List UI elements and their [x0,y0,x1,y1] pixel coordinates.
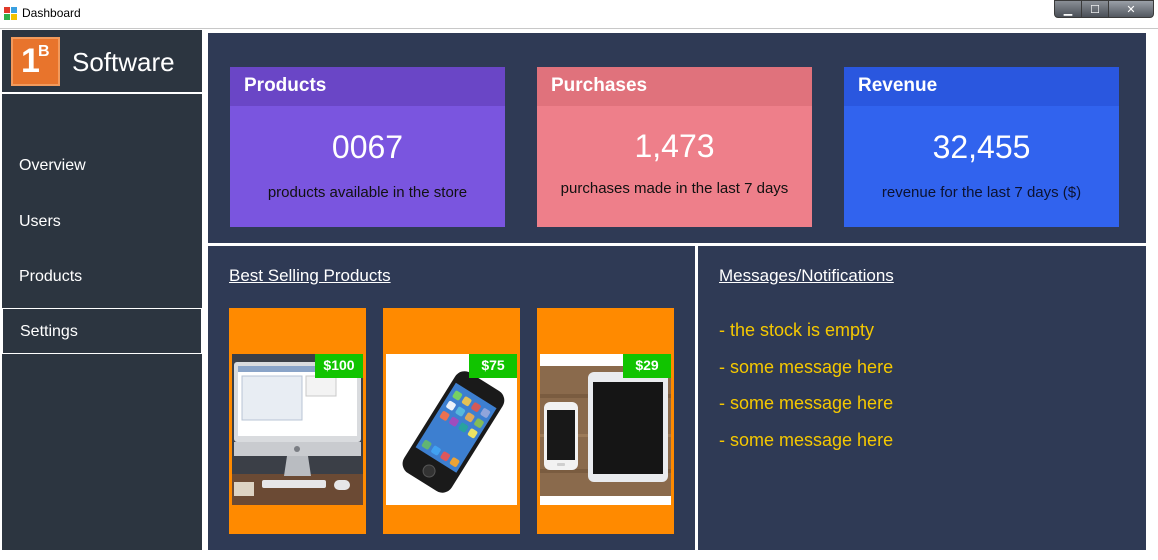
maximize-button[interactable]: ☐ [1081,0,1109,18]
price-tag: $75 [469,354,517,378]
revenue-stat-card: Revenue 32,455 revenue for the last 7 da… [844,67,1119,227]
products-card-title: Products [230,67,505,106]
sidebar: 1 B Software Overview Users Products Set… [2,30,202,550]
logo-name: Software [72,47,175,77]
product-tile[interactable]: $75 [383,308,520,534]
close-button[interactable]: ✕ [1108,0,1154,18]
sidebar-item-products[interactable]: Products [2,254,202,300]
title-bar[interactable]: Dashboard ▁ ☐ ✕ [0,0,1158,29]
product-tile[interactable]: $100 [229,308,366,534]
purchases-card-description: purchases made in the last 7 days [560,180,789,197]
products-card-description: products available in the store [267,184,468,201]
minimize-button[interactable]: ▁ [1054,0,1082,18]
price-tag: $100 [315,354,363,378]
sidebar-item-overview[interactable]: Overview [2,143,202,189]
price-tag: $29 [623,354,671,378]
window-title: Dashboard [22,6,81,20]
purchases-count: 1,473 [634,128,715,164]
revenue-amount: 32,455 [932,129,1031,165]
logo-mark-small: B [38,43,50,60]
message-item: - the stock is empty [719,320,875,340]
sidebar-item-users[interactable]: Users [2,199,202,245]
products-count: 0067 [331,129,404,165]
app-icon [4,7,18,21]
sidebar-item-settings[interactable]: Settings [2,308,202,354]
message-item: - some message here [719,357,894,377]
message-item: - some message here [719,430,894,450]
dashboard-window: Dashboard ▁ ☐ ✕ 1 B Software Overview Us… [0,0,1158,560]
logo-icon: 1 B [11,37,60,86]
horizontal-divider [208,243,1146,246]
best-selling-title: Best Selling Products [229,266,391,285]
purchases-stat-card: Purchases 1,473 purchases made in the la… [537,67,812,227]
message-item: - some message here [719,393,894,413]
vertical-divider [695,245,698,550]
messages-title: Messages/Notifications [719,266,894,285]
revenue-card-description: revenue for the last 7 days ($) [881,184,1082,201]
product-tile[interactable]: $29 [537,308,674,534]
purchases-card-title: Purchases [537,67,812,106]
revenue-card-title: Revenue [844,67,1119,106]
logo-area: 1 B Software [2,30,202,94]
window-controls: ▁ ☐ ✕ [1054,0,1154,18]
products-stat-card: Products 0067 products available in the … [230,67,505,227]
